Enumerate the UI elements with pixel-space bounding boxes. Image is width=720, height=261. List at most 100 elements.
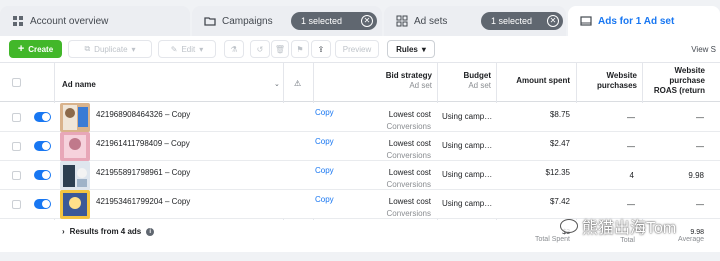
- ad-status-toggle[interactable]: [34, 199, 51, 209]
- amount-spent: $2.47: [549, 139, 570, 148]
- ad-edit-link[interactable]: Copy: [315, 166, 334, 175]
- pencil-icon: ✎: [170, 44, 178, 54]
- preview-label: Preview: [342, 44, 372, 54]
- undo-button[interactable]: ↺: [250, 40, 270, 58]
- plus-icon: +: [17, 43, 25, 55]
- column-amount-spent[interactable]: Amount spent: [505, 76, 570, 86]
- info-icon[interactable]: i: [146, 227, 155, 236]
- create-label: Create: [28, 44, 54, 54]
- tag-button[interactable]: ⚑: [291, 40, 309, 58]
- ad-thumbnail[interactable]: [60, 132, 90, 161]
- chevron-down-icon: ▾: [421, 44, 426, 54]
- column-website-roas[interactable]: Website purchase ROAS (return: [648, 66, 705, 96]
- ad-status-toggle[interactable]: [34, 170, 51, 180]
- tab-ads[interactable]: Ads for 1 Ad set: [568, 6, 720, 36]
- pill-label: 1 selected: [301, 16, 343, 26]
- website-purchases: —: [627, 200, 635, 209]
- chevron-right-icon: ›: [62, 227, 65, 236]
- duplicate-icon: ⧉: [84, 44, 91, 53]
- ad-sets-icon: [396, 15, 408, 27]
- bid-strategy: Lowest cost: [388, 139, 431, 148]
- column-label: purchases: [596, 81, 637, 90]
- column-budget[interactable]: Budget Ad set: [446, 71, 491, 91]
- tab-label: Ad sets: [414, 15, 448, 27]
- watermark-text: 熊猫出海Tom: [582, 220, 677, 237]
- ad-name[interactable]: 421968908464326 – Copy: [96, 110, 190, 119]
- table-row[interactable]: 421961411798409 – Copy Copy Lowest cost …: [0, 132, 720, 161]
- ad-icon: [580, 15, 592, 27]
- chevron-down-icon: ▾: [131, 44, 136, 54]
- horizontal-scrollbar[interactable]: [0, 252, 720, 261]
- column-label: Website: [606, 71, 637, 80]
- column-bid-strategy[interactable]: Bid strategy Ad set: [372, 71, 432, 91]
- tag-icon: ⚑: [296, 44, 304, 54]
- bid-strategy: Lowest cost: [388, 197, 431, 206]
- clear-selection-icon[interactable]: ✕: [547, 15, 559, 27]
- warning-icon: ⚠: [294, 79, 302, 88]
- row-checkbox[interactable]: [12, 113, 21, 122]
- amount-spent: $7.42: [549, 197, 570, 206]
- row-checkbox[interactable]: [12, 171, 21, 180]
- ad-thumbnail[interactable]: [60, 190, 90, 219]
- column-website-purchases[interactable]: Website purchases: [580, 71, 637, 91]
- table-row[interactable]: 421955891798961 – Copy Copy Lowest cost …: [0, 161, 720, 190]
- watermark: 熊猫出海Tom: [560, 214, 676, 238]
- preview-button[interactable]: Preview: [335, 40, 379, 58]
- amount-spent: $12.35: [545, 168, 570, 177]
- export-button[interactable]: ⇪: [311, 40, 331, 58]
- bid-strategy: Lowest cost: [388, 168, 431, 177]
- results-label: Results from 4 ads: [69, 227, 142, 236]
- view-setup-link[interactable]: View S: [691, 45, 716, 54]
- results-summary[interactable]: › Results from 4 ads i: [62, 227, 155, 236]
- bid-strategy: Lowest cost: [388, 110, 431, 119]
- ad-thumbnail[interactable]: [60, 161, 90, 190]
- chevron-down-icon: ▾: [199, 44, 204, 54]
- ad-thumbnail[interactable]: [60, 103, 90, 132]
- campaigns-selected-pill[interactable]: 1 selected ✕: [291, 12, 377, 30]
- row-checkbox[interactable]: [12, 142, 21, 151]
- average-value: 9.98: [690, 229, 704, 236]
- bid-strategy-type: Conversions: [386, 209, 431, 218]
- ad-name[interactable]: 421953461799204 – Copy: [96, 197, 190, 206]
- ad-edit-link[interactable]: Copy: [315, 108, 334, 117]
- ad-name[interactable]: 421955891798961 – Copy: [96, 168, 190, 177]
- ab-test-button[interactable]: ⚗: [224, 40, 244, 58]
- column-label: Budget: [463, 71, 491, 80]
- column-label: Website: [674, 66, 705, 75]
- tab-label: Account overview: [30, 15, 109, 27]
- undo-icon: ↺: [256, 44, 264, 54]
- ad-edit-link[interactable]: Copy: [315, 137, 334, 146]
- column-ad-name[interactable]: Ad name: [62, 80, 96, 90]
- ad-name[interactable]: 421961411798409 – Copy: [96, 139, 190, 148]
- duplicate-label: Duplicate: [94, 44, 128, 54]
- select-all-checkbox[interactable]: [12, 78, 21, 87]
- create-button[interactable]: + Create: [9, 40, 62, 58]
- ad-edit-link[interactable]: Copy: [315, 195, 334, 204]
- average-roas: 9.98 Average: [678, 229, 704, 243]
- average-label: Average: [678, 236, 704, 243]
- column-label: purchase: [669, 76, 705, 85]
- edit-button[interactable]: ✎ Edit ▾: [158, 40, 216, 58]
- sort-icon[interactable]: ⌄: [274, 80, 280, 88]
- tab-label: Ads for 1 Ad set: [598, 15, 675, 27]
- ad-status-toggle[interactable]: [34, 141, 51, 151]
- website-roas: —: [696, 200, 704, 209]
- flask-icon: ⚗: [230, 44, 238, 54]
- website-roas: 9.98: [688, 171, 704, 180]
- delete-button[interactable]: 🗑: [271, 40, 289, 58]
- budget: Using camp…: [442, 170, 493, 179]
- clear-selection-icon[interactable]: ✕: [361, 15, 373, 27]
- duplicate-button[interactable]: ⧉ Duplicate ▾: [68, 40, 152, 58]
- tab-account-overview[interactable]: Account overview: [0, 6, 190, 36]
- edit-label: Edit: [181, 44, 196, 54]
- website-purchases: —: [627, 142, 635, 151]
- budget: Using camp…: [442, 141, 493, 150]
- table-row[interactable]: 421968908464326 – Copy Copy Lowest cost …: [0, 103, 720, 132]
- total-label: Total: [620, 237, 635, 244]
- rules-button[interactable]: Rules ▾: [387, 40, 435, 58]
- row-checkbox[interactable]: [12, 200, 21, 209]
- budget: Using camp…: [442, 199, 493, 208]
- ad-status-toggle[interactable]: [34, 112, 51, 122]
- ad-sets-selected-pill[interactable]: 1 selected ✕: [481, 12, 563, 30]
- export-icon: ⇪: [317, 44, 325, 54]
